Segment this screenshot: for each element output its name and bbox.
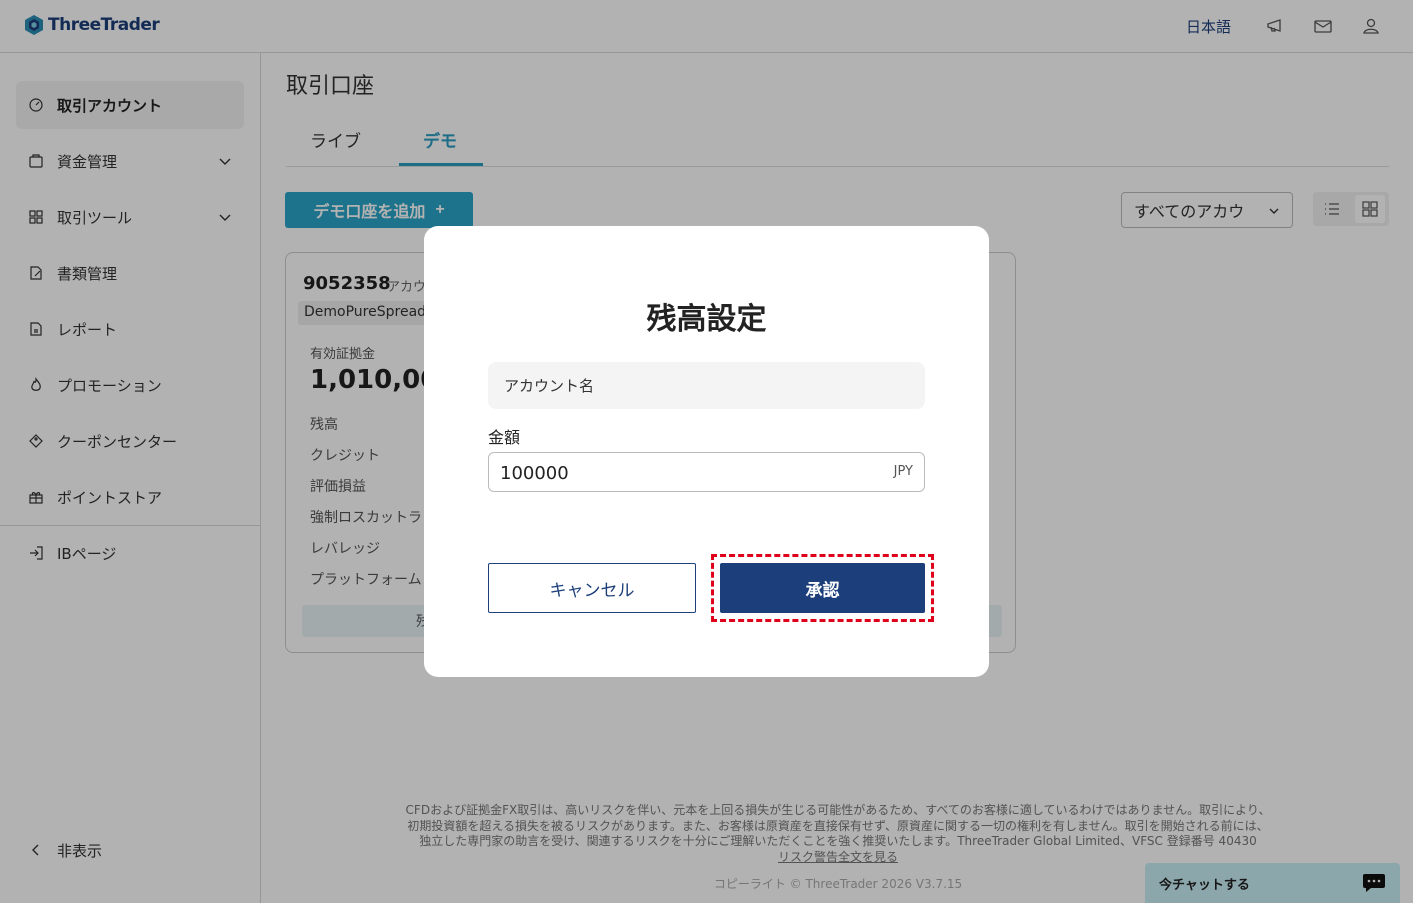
account-name-placeholder: アカウント名 bbox=[504, 377, 595, 395]
currency-unit: JPY bbox=[893, 464, 913, 479]
amount-label: 金額 bbox=[488, 428, 521, 447]
account-name-field[interactable]: アカウント名 bbox=[488, 362, 925, 409]
amount-field: JPY bbox=[488, 452, 925, 492]
cancel-button[interactable]: キャンセル bbox=[488, 563, 696, 613]
confirm-button[interactable]: 承認 bbox=[720, 563, 925, 613]
amount-input[interactable] bbox=[500, 461, 860, 485]
dialog-title: 残高設定 bbox=[646, 302, 767, 337]
balance-setting-dialog: 残高設定 アカウント名 金額 JPY キャンセル 承認 bbox=[424, 226, 989, 677]
